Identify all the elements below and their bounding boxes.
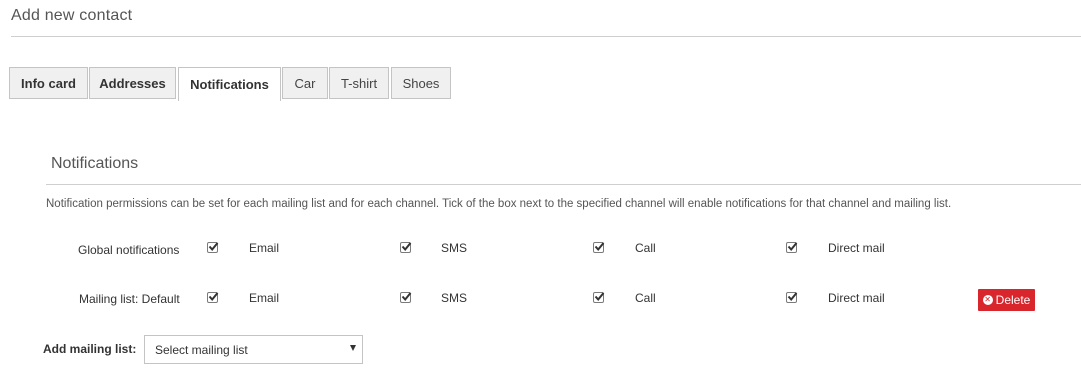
global-call-label: Call: [635, 241, 656, 255]
default-call-checkbox[interactable]: [593, 292, 605, 303]
default-email-checkbox[interactable]: [207, 292, 219, 303]
default-call-label: Call: [635, 291, 656, 305]
global-direct-mail-label: Direct mail: [828, 241, 885, 255]
page-title: Add new contact: [11, 7, 133, 24]
mailing-list-select[interactable]: Select mailing list: [144, 335, 363, 364]
caret-down-icon: [350, 345, 356, 351]
title-divider: [11, 36, 1081, 37]
close-circle-icon: ✕: [982, 295, 993, 305]
delete-mailing-list-button[interactable]: ✕ Delete: [978, 289, 1035, 311]
default-direct-mail-checkbox[interactable]: [786, 292, 798, 303]
default-email-label: Email: [249, 291, 280, 305]
row-label-mailing-list-default: Mailing list: Default: [79, 292, 180, 306]
tab-car[interactable]: Car: [282, 67, 328, 99]
section-title: Notifications: [51, 155, 139, 172]
tab-info-card[interactable]: Info card: [9, 67, 88, 99]
tab-t-shirt[interactable]: T-shirt: [329, 67, 389, 99]
add-mailing-list-label: Add mailing list:: [43, 342, 137, 356]
default-sms-checkbox[interactable]: [400, 292, 412, 303]
global-sms-label: SMS: [441, 241, 468, 255]
default-sms-label: SMS: [441, 291, 468, 305]
tab-addresses[interactable]: Addresses: [89, 67, 176, 99]
global-email-label: Email: [249, 241, 280, 255]
delete-button-label: Delete: [995, 293, 1031, 307]
mailing-list-select-value: Select mailing list: [155, 343, 248, 357]
row-label-global: Global notifications: [78, 243, 180, 257]
default-direct-mail-label: Direct mail: [828, 291, 885, 305]
global-email-checkbox[interactable]: [207, 242, 219, 253]
notifications-description: Notification permissions can be set for …: [46, 198, 952, 210]
global-direct-mail-checkbox[interactable]: [786, 242, 798, 253]
global-sms-checkbox[interactable]: [400, 242, 412, 253]
global-call-checkbox[interactable]: [593, 242, 605, 253]
section-divider: [46, 184, 1081, 185]
tab-shoes[interactable]: Shoes: [391, 67, 451, 99]
tab-notifications[interactable]: Notifications: [178, 67, 281, 101]
